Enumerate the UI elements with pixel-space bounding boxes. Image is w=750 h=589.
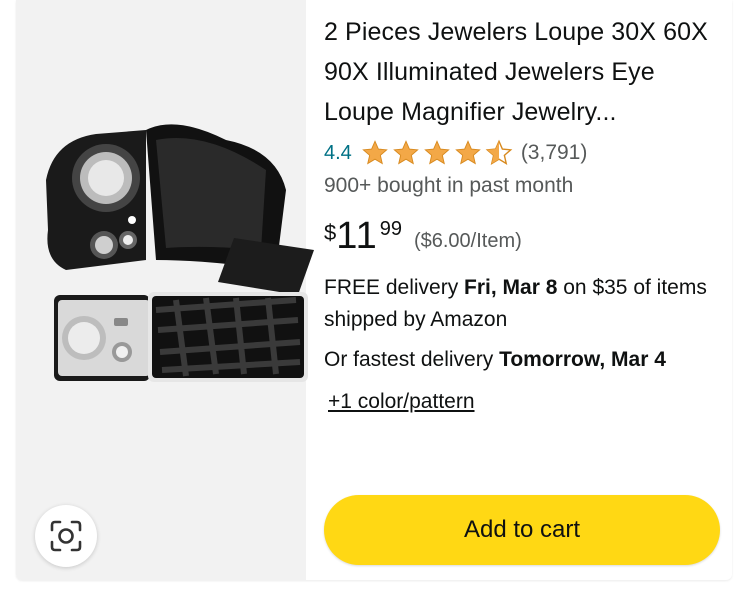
fastest-prefix: Or fastest delivery: [324, 348, 500, 371]
delivery-date: Fri, Mar 8: [464, 276, 558, 299]
product-title[interactable]: 2 Pieces Jewelers Loupe 30X 60X 90X Illu…: [324, 12, 719, 132]
star-full-icon: [393, 140, 419, 165]
delivery-prefix: FREE delivery: [324, 276, 465, 299]
fastest-date: Tomorrow, Mar 4: [499, 348, 666, 371]
price: $ 11 99 ($6.00/Item): [324, 214, 719, 262]
visual-search-button[interactable]: [35, 505, 97, 567]
product-image[interactable]: [36, 120, 318, 390]
star-full-icon: [455, 140, 481, 165]
add-to-cart-button[interactable]: Add to cart: [324, 495, 720, 565]
unit-price: ($6.00/Item): [413, 230, 522, 252]
price-fraction: 99: [379, 218, 402, 240]
product-details: 2 Pieces Jewelers Loupe 30X 60X 90X Illu…: [324, 12, 719, 414]
free-delivery-info: FREE delivery Fri, Mar 8 on $35 of items…: [324, 272, 719, 336]
camera-lens-icon: [50, 520, 82, 552]
star-rating: [360, 139, 515, 167]
color-pattern-link[interactable]: +1 color/pattern: [328, 390, 475, 414]
rating-count: (3,791): [520, 141, 588, 164]
star-half-icon: [485, 139, 513, 165]
rating-row[interactable]: 4.4 (3,791): [324, 138, 719, 168]
rating-value: 4.4: [324, 141, 352, 164]
fastest-delivery-info: Or fastest delivery Tomorrow, Mar 4: [324, 344, 719, 376]
product-image-panel[interactable]: [16, 0, 314, 580]
price-whole: 11: [336, 215, 378, 257]
price-symbol: $: [324, 220, 337, 245]
bought-count: 900+ bought in past month: [324, 174, 574, 197]
star-full-icon: [424, 140, 450, 165]
star-full-icon: [362, 140, 388, 165]
